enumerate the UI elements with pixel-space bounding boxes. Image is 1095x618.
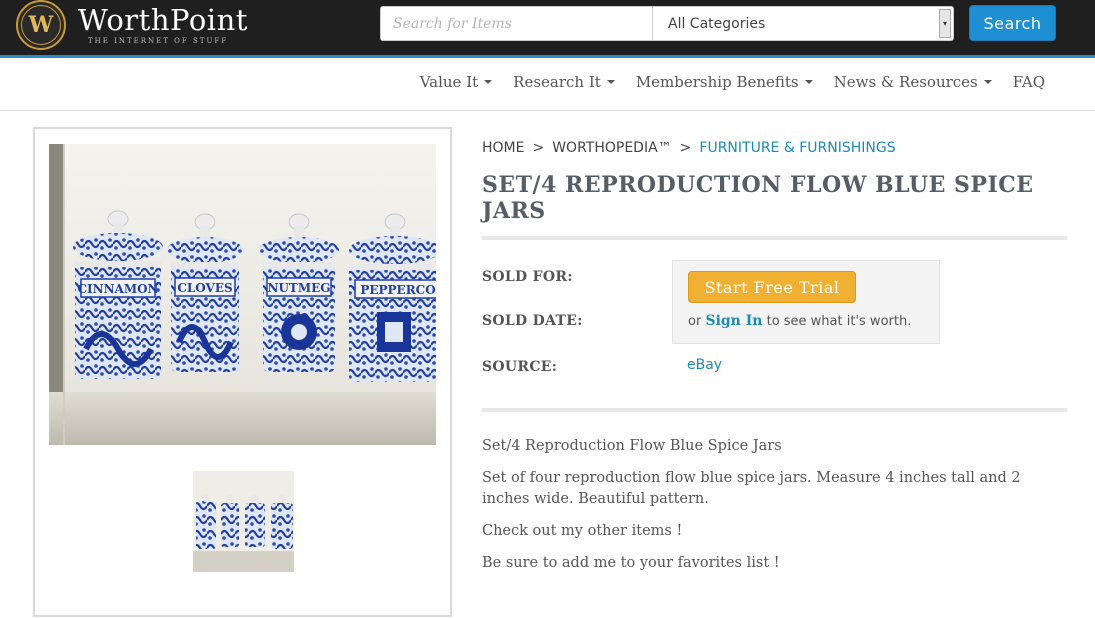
nav-faq[interactable]: FAQ xyxy=(1013,73,1045,91)
nav-label: FAQ xyxy=(1012,73,1045,91)
breadcrumb: HOME > WORTHOPEDIA™ > FURNITURE & FURNIS… xyxy=(482,140,1067,156)
select-arrow-icon[interactable]: ▾ xyxy=(939,9,951,38)
item-thumbnail[interactable] xyxy=(193,471,294,572)
svg-text:CLOVES: CLOVES xyxy=(177,281,232,295)
svg-text:PEPPERCO: PEPPERCO xyxy=(360,283,435,297)
logo-tagline: THE INTERNET OF STUFF xyxy=(88,37,229,45)
trial-box: Start Free Trial or Sign In to see what … xyxy=(672,260,940,344)
nav-label: Membership Benefits xyxy=(635,73,799,91)
nav-label: Research It xyxy=(513,73,601,91)
top-header: W WorthPoint THE INTERNET OF STUFF All C… xyxy=(0,0,1095,58)
nav-label: Value It xyxy=(419,73,479,91)
source-link[interactable]: eBay xyxy=(687,357,722,373)
divider xyxy=(482,408,1067,412)
caret-down-icon xyxy=(804,80,813,84)
page-title: SET/4 REPRODUCTION FLOW BLUE SPICE JARS xyxy=(482,172,1034,224)
description-line: Set/4 Reproduction Flow Blue Spice Jars xyxy=(482,438,782,454)
logo-name: WorthPoint xyxy=(78,3,248,37)
logo-emblem-icon: W xyxy=(16,0,66,50)
item-image-panel: CINNAMON CLOVES NUTMEG PEPPERCO xyxy=(33,127,452,617)
item-description: Set/4 Reproduction Flow Blue Spice Jars … xyxy=(482,436,1067,574)
caret-down-icon xyxy=(983,80,992,84)
sold-date-label: SOLD DATE: xyxy=(482,313,583,329)
main-item-photo[interactable]: CINNAMON CLOVES NUTMEG PEPPERCO xyxy=(49,144,436,445)
category-selected-value: All Categories xyxy=(668,15,766,32)
nav-research-it[interactable]: Research It xyxy=(513,73,615,91)
breadcrumb-separator: > xyxy=(679,140,692,156)
caret-down-icon xyxy=(606,80,615,84)
caret-down-icon xyxy=(484,80,493,84)
svg-text:CINNAMON: CINNAMON xyxy=(77,282,158,296)
item-details: HOME > WORTHOPEDIA™ > FURNITURE & FURNIS… xyxy=(482,140,1067,585)
description-line: Set of four reproduction flow blue spice… xyxy=(482,470,1021,507)
sold-for-label: SOLD FOR: xyxy=(482,269,573,285)
sign-in-link[interactable]: Sign In xyxy=(705,313,762,329)
breadcrumb-category[interactable]: FURNITURE & FURNISHINGS xyxy=(699,140,895,156)
trial-note-post: to see what it's worth. xyxy=(766,314,912,329)
breadcrumb-home[interactable]: HOME xyxy=(482,140,524,156)
nav-membership-benefits[interactable]: Membership Benefits xyxy=(636,73,813,91)
search-button[interactable]: Search xyxy=(969,5,1056,41)
trial-note-pre: or xyxy=(688,314,702,329)
breadcrumb-separator: > xyxy=(532,140,545,156)
nav-news-resources[interactable]: News & Resources xyxy=(834,73,992,91)
worthpoint-logo[interactable]: W WorthPoint THE INTERNET OF STUFF xyxy=(16,0,248,50)
logo-text: WorthPoint THE INTERNET OF STUFF xyxy=(78,5,248,45)
search-input[interactable] xyxy=(381,7,653,40)
category-select[interactable]: All Categories ▾ xyxy=(653,7,953,40)
breadcrumb-worthopedia[interactable]: WORTHOPEDIA™ xyxy=(552,140,671,156)
start-free-trial-button[interactable]: Start Free Trial xyxy=(688,271,856,303)
search-bar: All Categories ▾ xyxy=(380,6,954,41)
logo-letter: W xyxy=(21,5,61,45)
nav-value-it[interactable]: Value It xyxy=(419,73,493,91)
sale-info: SOLD FOR: SOLD DATE: SOURCE: Start Free … xyxy=(482,240,1067,408)
svg-text:NUTMEG: NUTMEG xyxy=(267,281,330,295)
trial-note: or Sign In to see what it's worth. xyxy=(688,313,911,329)
description-line: Be sure to add me to your favorites list… xyxy=(482,555,780,571)
description-line: Check out my other items ! xyxy=(482,523,683,539)
source-label: SOURCE: xyxy=(482,359,558,375)
nav-label: News & Resources xyxy=(833,73,978,91)
main-nav: Value It Research It Membership Benefits… xyxy=(0,61,1095,111)
